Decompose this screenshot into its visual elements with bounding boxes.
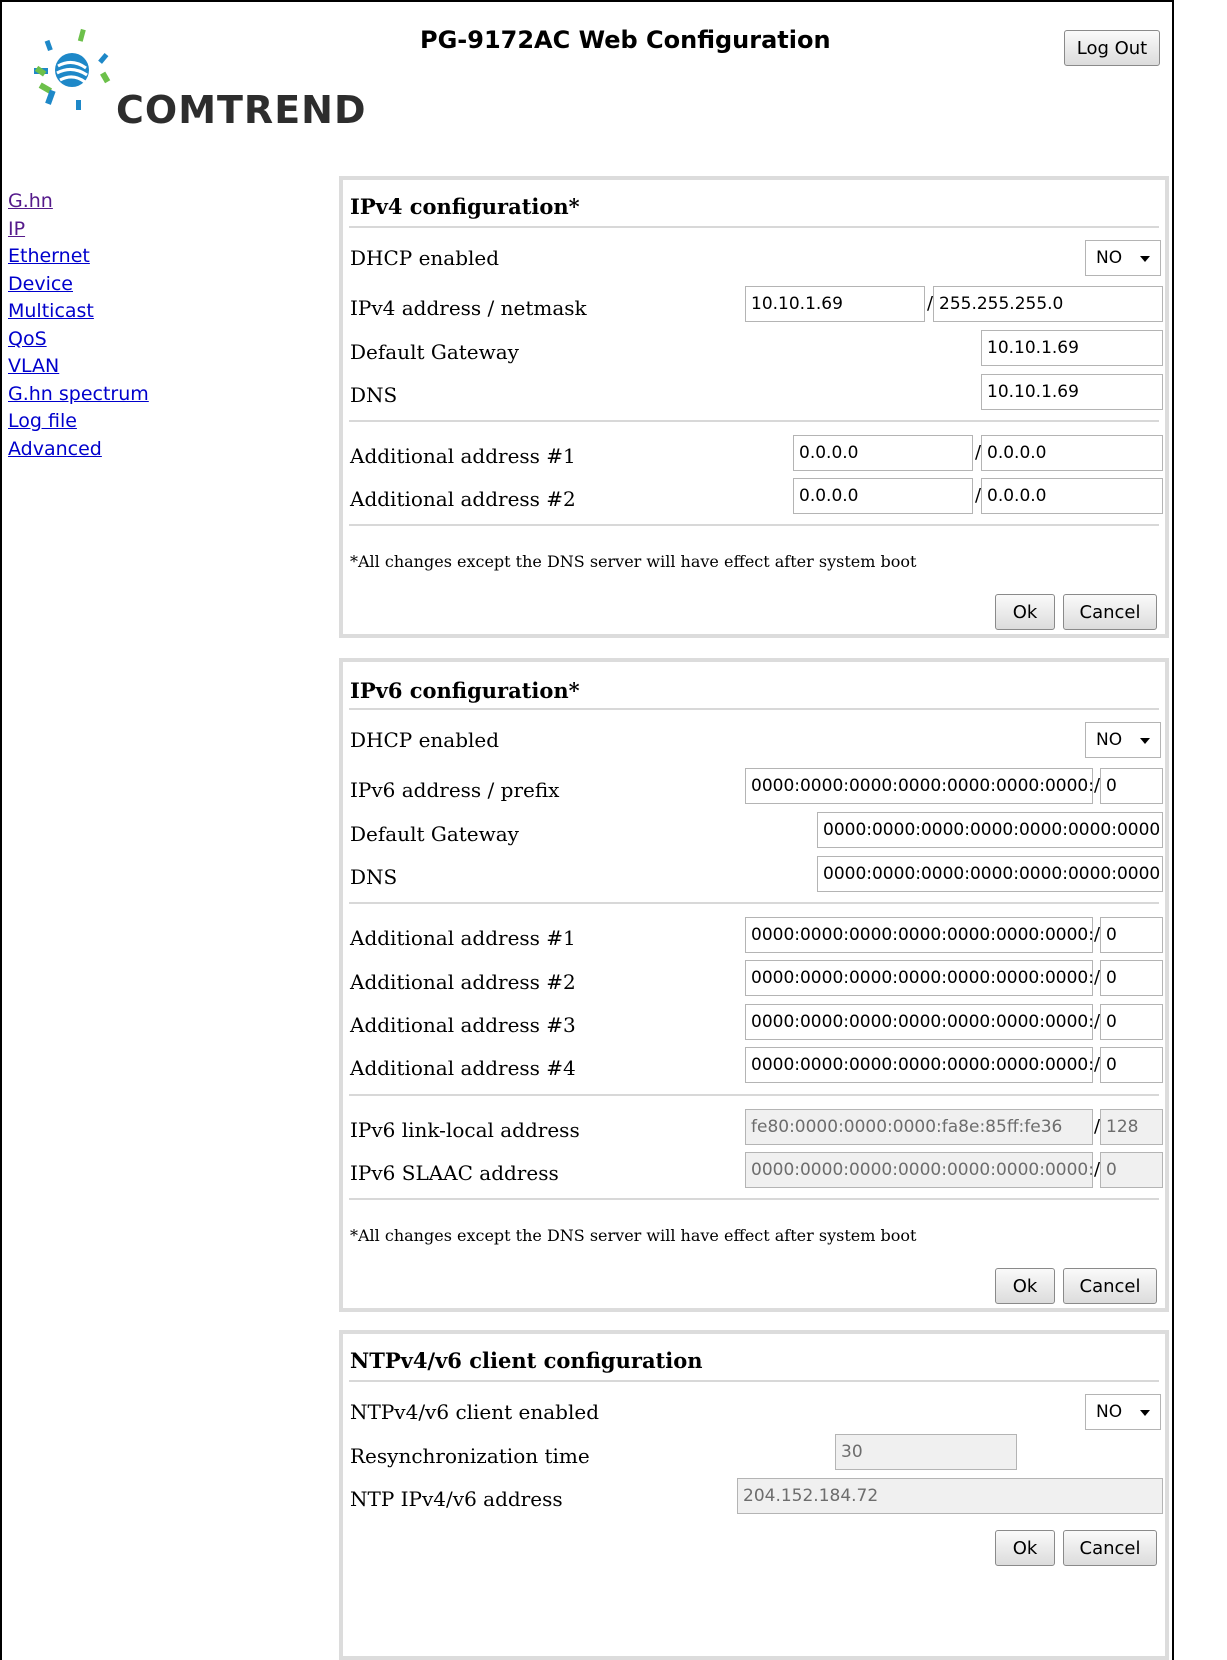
ipv6-linklocal-prefix-field: 128 bbox=[1100, 1109, 1163, 1145]
nav-link-multicast[interactable]: Multicast bbox=[8, 298, 149, 326]
chevron-down-icon bbox=[1140, 1410, 1150, 1416]
divider bbox=[349, 420, 1159, 422]
ipv6-add2-label: Additional address #2 bbox=[350, 970, 576, 994]
ipv6-panel: IPv6 configuration* DHCP enabled NO IPv6… bbox=[339, 658, 1169, 1312]
chevron-down-icon bbox=[1140, 256, 1150, 262]
divider bbox=[349, 708, 1159, 710]
ipv6-ok-button[interactable]: Ok bbox=[995, 1268, 1055, 1304]
ipv4-title: IPv4 configuration* bbox=[350, 194, 580, 219]
ipv6-reboot-note: *All changes except the DNS server will … bbox=[350, 1226, 917, 1245]
divider bbox=[349, 1094, 1159, 1096]
nav-link-qos[interactable]: QoS bbox=[8, 326, 149, 354]
ipv4-add2-address-input[interactable]: 0.0.0.0 bbox=[793, 478, 973, 514]
ipv6-gateway-input[interactable]: 0000:0000:0000:0000:0000:0000:0000:0000 bbox=[817, 812, 1163, 848]
ipv6-add2-prefix-input[interactable]: 0 bbox=[1100, 960, 1163, 996]
ipv6-dhcp-select[interactable]: NO bbox=[1085, 722, 1161, 758]
nav-link-device[interactable]: Device bbox=[8, 271, 149, 299]
ntp-address-label: NTP IPv4/v6 address bbox=[350, 1487, 563, 1511]
ipv4-cancel-button[interactable]: Cancel bbox=[1063, 594, 1157, 630]
ntp-address-field: 204.152.184.72 bbox=[737, 1478, 1163, 1514]
ipv4-reboot-note: *All changes except the DNS server will … bbox=[350, 552, 917, 571]
ipv4-panel: IPv4 configuration* DHCP enabled NO IPv4… bbox=[339, 176, 1169, 638]
ipv6-add3-address-input[interactable]: 0000:0000:0000:0000:0000:0000:0000:0000 bbox=[745, 1004, 1093, 1040]
ipv4-dhcp-value: NO bbox=[1096, 248, 1123, 268]
ipv4-address-input[interactable]: 10.10.1.69 bbox=[745, 286, 925, 322]
ipv6-dns-label: DNS bbox=[350, 865, 398, 889]
divider bbox=[349, 524, 1159, 526]
ipv6-gateway-label: Default Gateway bbox=[350, 822, 519, 846]
sidebar-nav: G.hn IP Ethernet Device Multicast QoS VL… bbox=[8, 188, 149, 463]
page-title: PG-9172AC Web Configuration bbox=[420, 26, 831, 54]
ipv4-netmask-input[interactable]: 255.255.255.0 bbox=[933, 286, 1163, 322]
ipv6-slaac-label: IPv6 SLAAC address bbox=[350, 1161, 559, 1185]
divider bbox=[349, 902, 1159, 904]
ipv6-linklocal-address-field: fe80:0000:0000:0000:fa8e:85ff:fe36 bbox=[745, 1109, 1093, 1145]
nav-link-advanced[interactable]: Advanced bbox=[8, 436, 149, 464]
ipv4-gateway-input[interactable]: 10.10.1.69 bbox=[981, 330, 1163, 366]
ntp-enabled-value: NO bbox=[1096, 1402, 1123, 1422]
ipv6-linklocal-label: IPv6 link-local address bbox=[350, 1118, 580, 1142]
ipv4-dhcp-select[interactable]: NO bbox=[1085, 240, 1161, 276]
divider bbox=[349, 1198, 1159, 1200]
ipv6-dhcp-label: DHCP enabled bbox=[350, 728, 500, 752]
brand-name: COMTREND bbox=[116, 88, 367, 132]
divider bbox=[349, 226, 1159, 228]
comtrend-logo: COMTREND bbox=[28, 28, 366, 132]
nav-link-ethernet[interactable]: Ethernet bbox=[8, 243, 149, 271]
chevron-down-icon bbox=[1140, 738, 1150, 744]
ipv4-dns-label: DNS bbox=[350, 383, 398, 407]
ntp-enabled-label: NTPv4/v6 client enabled bbox=[350, 1400, 600, 1424]
ipv4-dhcp-label: DHCP enabled bbox=[350, 246, 500, 270]
nav-link-log-file[interactable]: Log file bbox=[8, 408, 149, 436]
ipv6-add1-prefix-input[interactable]: 0 bbox=[1100, 917, 1163, 953]
ntp-cancel-button[interactable]: Cancel bbox=[1063, 1530, 1157, 1566]
ipv4-ok-button[interactable]: Ok bbox=[995, 594, 1055, 630]
ipv4-add1-address-input[interactable]: 0.0.0.0 bbox=[793, 435, 973, 471]
ipv6-dns-input[interactable]: 0000:0000:0000:0000:0000:0000:0000:0000 bbox=[817, 856, 1163, 892]
ntp-resync-label: Resynchronization time bbox=[350, 1444, 590, 1468]
ipv4-address-label: IPv4 address / netmask bbox=[350, 296, 587, 320]
ipv6-add4-prefix-input[interactable]: 0 bbox=[1100, 1047, 1163, 1083]
logo-mark-icon bbox=[34, 28, 111, 110]
ntp-enabled-select[interactable]: NO bbox=[1085, 1394, 1161, 1430]
ipv6-slaac-prefix-field: 0 bbox=[1100, 1152, 1163, 1188]
ntp-panel: NTPv4/v6 client configuration NTPv4/v6 c… bbox=[339, 1330, 1169, 1660]
ipv6-slaac-address-field: 0000:0000:0000:0000:0000:0000:0000:0000 bbox=[745, 1152, 1093, 1188]
ipv6-prefix-input[interactable]: 0 bbox=[1100, 768, 1163, 804]
ipv6-add1-address-input[interactable]: 0000:0000:0000:0000:0000:0000:0000:0000 bbox=[745, 917, 1093, 953]
ipv6-add2-address-input[interactable]: 0000:0000:0000:0000:0000:0000:0000:0000 bbox=[745, 960, 1093, 996]
ipv4-dns-input[interactable]: 10.10.1.69 bbox=[981, 374, 1163, 410]
ntp-resync-field: 30 bbox=[835, 1434, 1017, 1470]
ipv4-add2-label: Additional address #2 bbox=[350, 487, 576, 511]
nav-link-vlan[interactable]: VLAN bbox=[8, 353, 149, 381]
ipv4-gateway-label: Default Gateway bbox=[350, 340, 519, 364]
logout-button[interactable]: Log Out bbox=[1064, 30, 1160, 66]
ntp-ok-button[interactable]: Ok bbox=[995, 1530, 1055, 1566]
divider bbox=[349, 1380, 1159, 1382]
ipv6-title: IPv6 configuration* bbox=[350, 678, 580, 703]
nav-link-ghn[interactable]: G.hn bbox=[8, 188, 149, 216]
ipv6-address-input[interactable]: 0000:0000:0000:0000:0000:0000:0000:0000 bbox=[745, 768, 1093, 804]
ipv6-dhcp-value: NO bbox=[1096, 730, 1123, 750]
ntp-title: NTPv4/v6 client configuration bbox=[350, 1348, 703, 1373]
ipv4-add2-mask-input[interactable]: 0.0.0.0 bbox=[981, 478, 1163, 514]
ipv6-add1-label: Additional address #1 bbox=[350, 926, 576, 950]
ipv4-add1-label: Additional address #1 bbox=[350, 444, 576, 468]
ipv6-add3-prefix-input[interactable]: 0 bbox=[1100, 1004, 1163, 1040]
ipv6-address-label: IPv6 address / prefix bbox=[350, 778, 560, 802]
ipv4-add1-mask-input[interactable]: 0.0.0.0 bbox=[981, 435, 1163, 471]
nav-link-ghn-spectrum[interactable]: G.hn spectrum bbox=[8, 381, 149, 409]
ipv6-add3-label: Additional address #3 bbox=[350, 1013, 576, 1037]
ipv6-add4-label: Additional address #4 bbox=[350, 1056, 576, 1080]
ipv6-cancel-button[interactable]: Cancel bbox=[1063, 1268, 1157, 1304]
nav-link-ip[interactable]: IP bbox=[8, 216, 149, 244]
ipv6-add4-address-input[interactable]: 0000:0000:0000:0000:0000:0000:0000:0000 bbox=[745, 1047, 1093, 1083]
